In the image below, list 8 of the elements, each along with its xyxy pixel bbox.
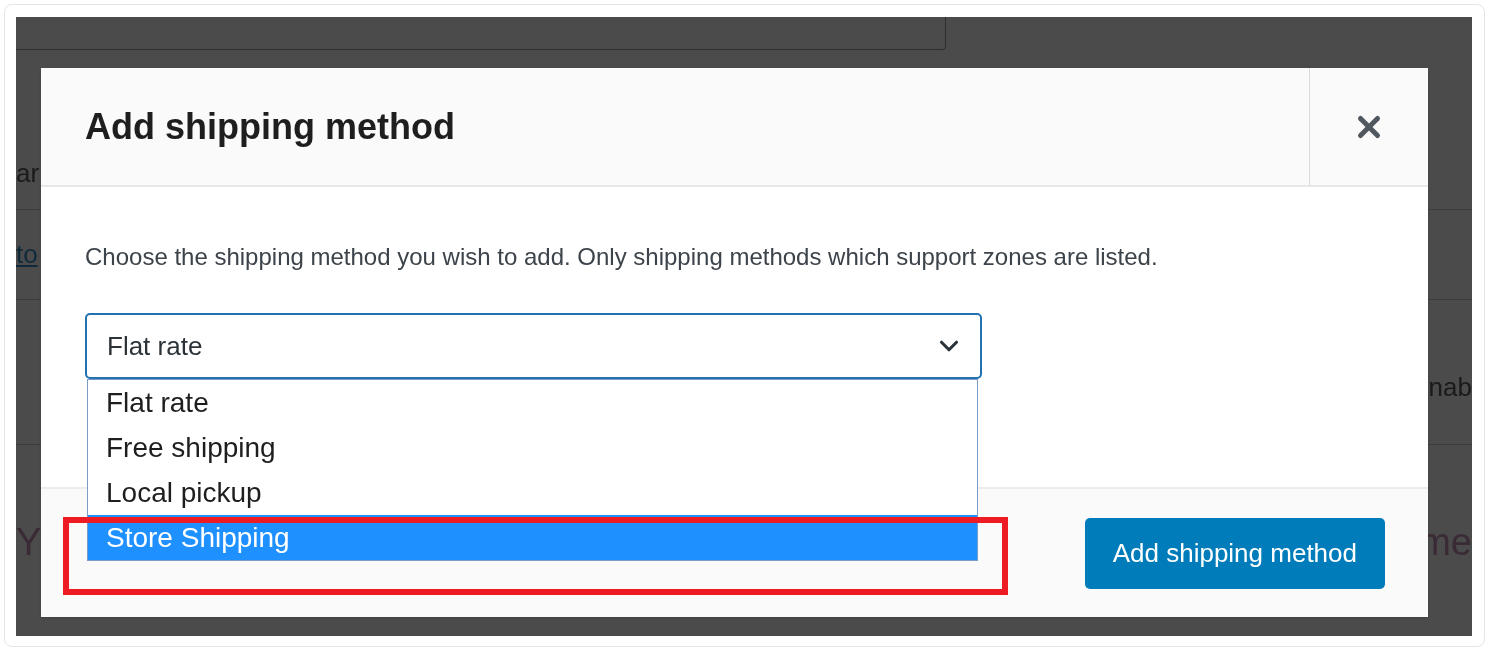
dialog-title: Add shipping method bbox=[84, 104, 456, 149]
dropdown-option[interactable]: Free shipping bbox=[88, 425, 977, 470]
dropdown-option[interactable]: Local pickup bbox=[88, 470, 977, 515]
description-text: Choose the shipping method you wish to add. Only shipping methods which support zones are listed. bbox=[85, 242, 1159, 272]
dropdown-option[interactable]: Flat rate bbox=[88, 380, 977, 425]
select-value: Flat rate bbox=[107, 329, 203, 363]
method-select[interactable]: Flat rate bbox=[85, 313, 982, 379]
add-shipping-method-button[interactable]: Add shipping method bbox=[1084, 517, 1385, 589]
